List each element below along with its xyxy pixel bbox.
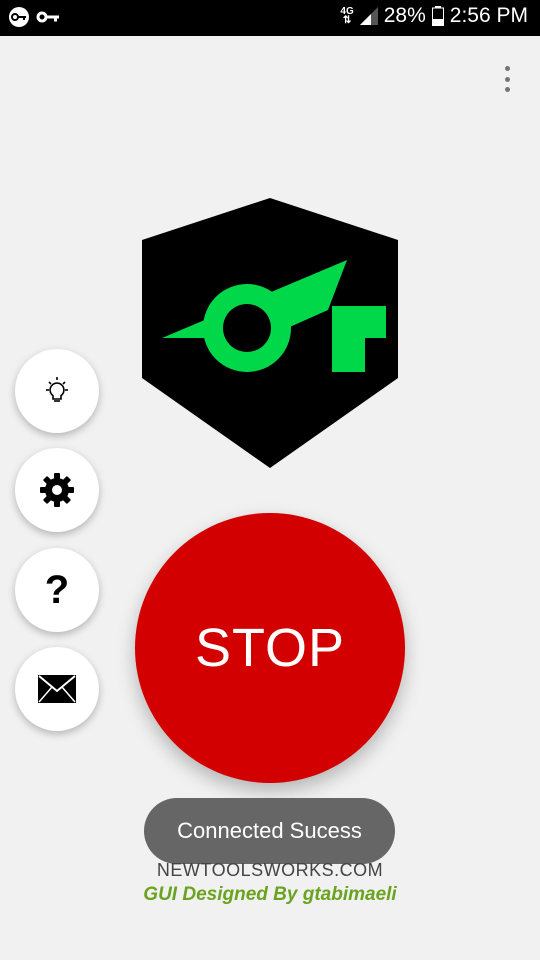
app-logo (142, 198, 398, 468)
stop-button[interactable]: STOP (135, 513, 405, 783)
clock: 2:56 PM (449, 4, 528, 27)
footer-site[interactable]: NEWTOOLSWORKS.COM (0, 860, 540, 881)
status-left-icons (8, 6, 60, 28)
lightbulb-icon (46, 377, 68, 402)
data-arrows: ⇅ (342, 15, 352, 26)
status-bar: 4G ⇅ 28% 2:56 PM (0, 0, 540, 36)
network-indicator: 4G ⇅ (340, 7, 353, 26)
help-button[interactable]: ? (15, 548, 99, 632)
toast-message: Connected Sucess (144, 798, 395, 864)
contact-button[interactable] (15, 647, 99, 731)
overflow-menu-icon[interactable] (496, 62, 518, 96)
mail-icon (38, 675, 76, 703)
stop-button-label: STOP (194, 618, 346, 678)
battery-icon (431, 6, 444, 26)
footer-credit: GUI Designed By gtabimaeli (143, 884, 397, 905)
key-icon (36, 11, 59, 23)
settings-button[interactable] (15, 448, 99, 532)
gear-icon (40, 473, 74, 507)
vpn-key-icon (9, 7, 29, 27)
battery-percent: 28% (383, 4, 426, 27)
toast-text: Connected Sucess (177, 818, 362, 843)
signal-icon (359, 7, 378, 25)
status-right: 4G ⇅ 28% 2:56 PM (340, 4, 528, 28)
question-icon: ? (44, 567, 70, 612)
tips-button[interactable] (15, 349, 99, 433)
